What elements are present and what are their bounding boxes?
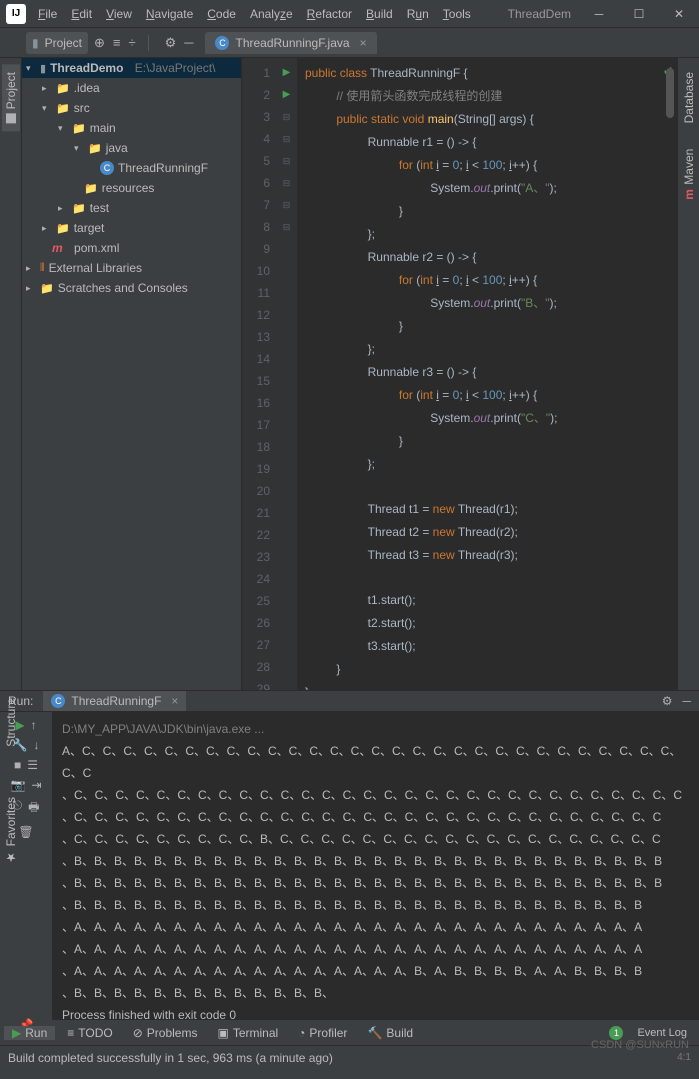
console-output[interactable]: D:\MY_APP\JAVA\JDK\bin\java.exe ... A、C、… bbox=[52, 712, 699, 1032]
cursor-position: 4:1 bbox=[677, 1052, 691, 1063]
app-icon: IJ bbox=[6, 4, 26, 24]
tree-ext[interactable]: ▸⫴External Libraries bbox=[22, 258, 241, 278]
menu-code[interactable]: Code bbox=[201, 3, 242, 25]
scrollbar-thumb[interactable] bbox=[666, 68, 674, 118]
nav-toolbar: ▮ Project ⊕ ≡ ÷ ⚙ ─ C ThreadRunningF.jav… bbox=[0, 28, 699, 58]
tree-file[interactable]: CThreadRunningF bbox=[22, 158, 241, 178]
tree-resources[interactable]: 📁resources bbox=[22, 178, 241, 198]
status-message: Build completed successfully in 1 sec, 9… bbox=[8, 1051, 333, 1065]
down-icon[interactable]: ↓ bbox=[33, 738, 39, 752]
menu-run[interactable]: Run bbox=[401, 3, 435, 25]
menu-bar: File Edit View Navigate Code Analyze Ref… bbox=[32, 3, 477, 25]
collapse-icon[interactable]: ÷ bbox=[128, 35, 135, 51]
tab-label: ThreadRunningF.java bbox=[235, 36, 349, 50]
favorites-side-tab[interactable]: ★Favorites bbox=[2, 789, 20, 872]
tree-java[interactable]: ▾📁java bbox=[22, 138, 241, 158]
tree-pom[interactable]: m pom.xml bbox=[22, 238, 241, 258]
menu-refactor[interactable]: Refactor bbox=[301, 3, 358, 25]
code-editor[interactable]: 1234567891011121314151617181920212223242… bbox=[242, 58, 677, 690]
menu-edit[interactable]: Edit bbox=[65, 3, 98, 25]
structure-side-tab[interactable]: Structure bbox=[2, 690, 20, 755]
title-bar: IJ File Edit View Navigate Code Analyze … bbox=[0, 0, 699, 28]
left-sidebar: Project bbox=[0, 58, 22, 690]
menu-file[interactable]: File bbox=[32, 3, 63, 25]
tab-close-icon[interactable]: × bbox=[360, 36, 367, 50]
tree-test[interactable]: ▸📁test bbox=[22, 198, 241, 218]
menu-view[interactable]: View bbox=[100, 3, 138, 25]
project-tool-button[interactable]: ▮ Project bbox=[26, 32, 88, 54]
expand-icon[interactable]: ≡ bbox=[113, 35, 121, 51]
run-panel: Run: C ThreadRunningF × ⚙ ─ ▶↑ 🔧↓ ■☰ 📷⇥ … bbox=[0, 690, 699, 1019]
hide-panel-icon[interactable]: ─ bbox=[682, 694, 691, 708]
code-area[interactable]: public class ThreadRunningF { // 使用箭头函数完… bbox=[297, 58, 677, 690]
run-config-tab[interactable]: C ThreadRunningF × bbox=[43, 691, 186, 711]
build-tool-tab[interactable]: 🔨Build bbox=[359, 1026, 421, 1040]
gutter-markers[interactable]: ▶▶⊟⊟⊟⊟⊟⊟ bbox=[276, 58, 297, 690]
menu-analyze[interactable]: Analyze bbox=[244, 3, 299, 25]
run-tool-tab[interactable]: ▶Run bbox=[4, 1026, 55, 1040]
java-class-icon: C bbox=[100, 161, 114, 175]
window-title: ThreadDem bbox=[508, 7, 571, 21]
event-log-tab[interactable]: Event Log bbox=[629, 1027, 695, 1039]
hide-icon[interactable]: ─ bbox=[184, 35, 193, 51]
scroll-icon[interactable]: ⇥ bbox=[31, 778, 41, 792]
project-label: Project bbox=[45, 36, 82, 50]
gear-icon[interactable]: ⚙ bbox=[662, 694, 673, 708]
problems-tool-tab[interactable]: ⊘Problems bbox=[125, 1026, 206, 1040]
editor-tab[interactable]: C ThreadRunningF.java × bbox=[205, 32, 376, 54]
folder-icon: ▮ bbox=[32, 36, 39, 50]
tree-target[interactable]: ▸📁target bbox=[22, 218, 241, 238]
database-side-tab[interactable]: Database bbox=[680, 64, 698, 131]
minimize-button[interactable]: ─ bbox=[579, 0, 619, 28]
watermark: CSDN @SUNxRUN bbox=[591, 1039, 689, 1051]
maximize-button[interactable]: ☐ bbox=[619, 0, 659, 28]
tree-scratch[interactable]: ▸📁Scratches and Consoles bbox=[22, 278, 241, 298]
gear-icon[interactable]: ⚙ bbox=[165, 35, 177, 51]
run-line-icon[interactable]: ▶ bbox=[276, 62, 297, 84]
tree-idea[interactable]: ▸📁.idea bbox=[22, 78, 241, 98]
softwrap-icon[interactable]: ☰ bbox=[27, 758, 38, 772]
up-icon[interactable]: ↑ bbox=[31, 718, 37, 732]
project-tree[interactable]: ▾▮ThreadDemo E:\JavaProject\ ▸📁.idea ▾📁s… bbox=[22, 58, 242, 690]
project-side-tab[interactable]: Project bbox=[2, 64, 20, 131]
maven-side-tab[interactable]: mMaven bbox=[680, 141, 698, 208]
play-icon: ▶ bbox=[12, 1026, 21, 1040]
run-line-icon[interactable]: ▶ bbox=[276, 84, 297, 106]
profiler-tool-tab[interactable]: ◔Profiler bbox=[290, 1026, 355, 1040]
line-numbers: 1234567891011121314151617181920212223242… bbox=[242, 58, 276, 690]
close-button[interactable]: ✕ bbox=[659, 0, 699, 28]
tree-src[interactable]: ▾📁src bbox=[22, 98, 241, 118]
close-icon[interactable]: × bbox=[171, 694, 178, 708]
event-badge: 1 bbox=[609, 1026, 623, 1040]
terminal-tool-tab[interactable]: ▣Terminal bbox=[209, 1026, 286, 1040]
tree-main[interactable]: ▾📁main bbox=[22, 118, 241, 138]
java-class-icon: C bbox=[51, 694, 65, 708]
target-icon[interactable]: ⊕ bbox=[94, 35, 105, 51]
right-sidebar: Database mMaven bbox=[677, 58, 699, 690]
todo-tool-tab[interactable]: ≡TODO bbox=[59, 1026, 120, 1040]
menu-navigate[interactable]: Navigate bbox=[140, 3, 199, 25]
menu-build[interactable]: Build bbox=[360, 3, 399, 25]
tree-root[interactable]: ▾▮ThreadDemo E:\JavaProject\ bbox=[22, 58, 241, 78]
menu-tools[interactable]: Tools bbox=[437, 3, 477, 25]
java-class-icon: C bbox=[215, 36, 229, 50]
print-icon[interactable]: 🖶 bbox=[28, 798, 39, 819]
